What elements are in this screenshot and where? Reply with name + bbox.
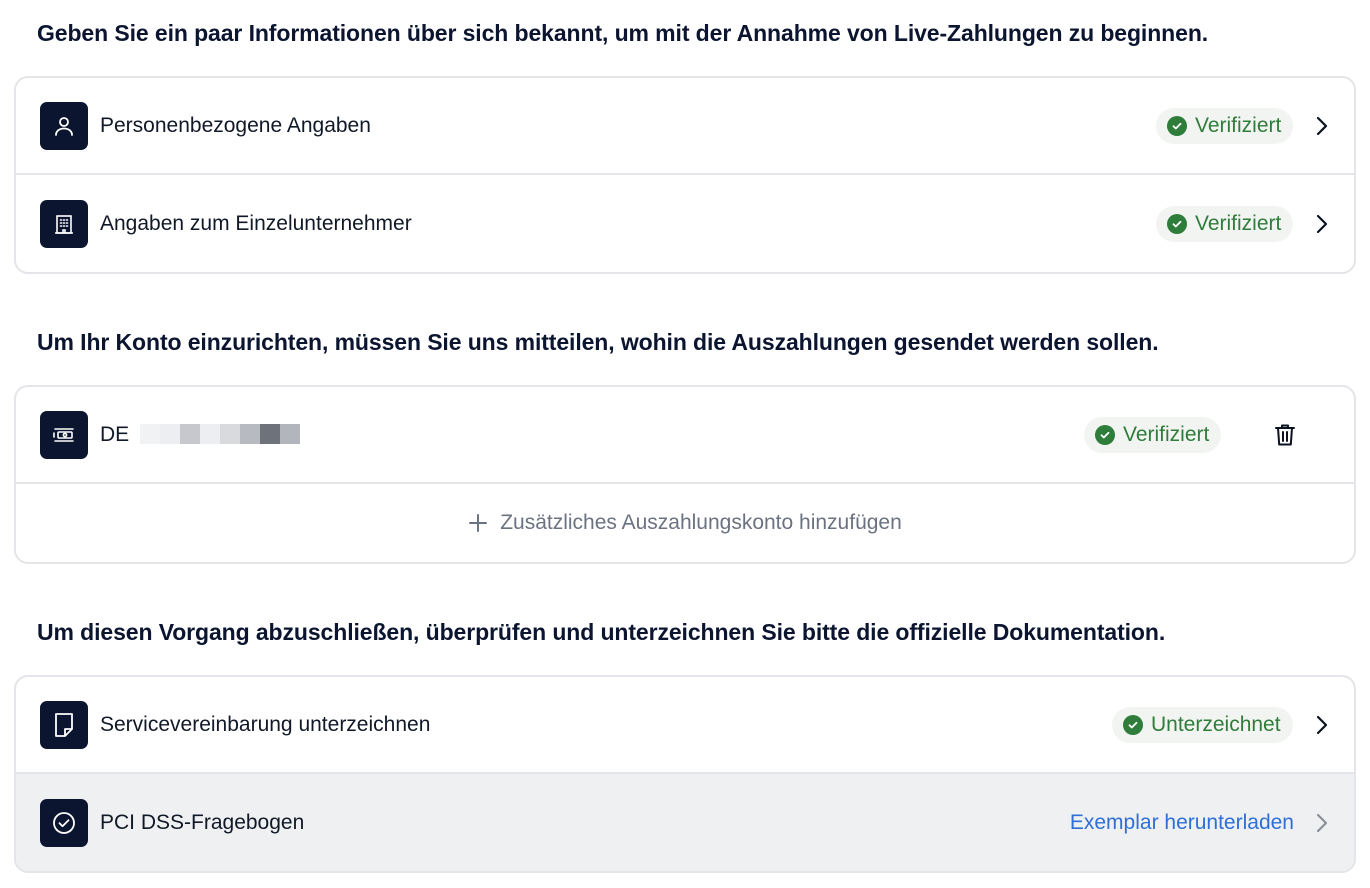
row-label: Angaben zum Einzelunternehmer bbox=[100, 211, 412, 235]
chevron-right-icon bbox=[1314, 811, 1330, 835]
check-icon bbox=[1095, 424, 1115, 445]
add-payout-account-button[interactable]: Zusätzliches Auszahlungskonto hinzufügen bbox=[16, 484, 1354, 562]
add-payout-account-label: Zusätzliches Auszahlungskonto hinzufügen bbox=[500, 511, 902, 534]
section-heading-documents: Um diesen Vorgang abzuschließen, überprü… bbox=[37, 619, 1166, 645]
chevron-right-icon bbox=[1314, 114, 1330, 138]
row-sole-proprietor[interactable]: Angaben zum Einzelunternehmer Verifizier… bbox=[16, 175, 1354, 272]
plus-icon bbox=[468, 513, 488, 533]
trash-icon[interactable] bbox=[1272, 422, 1298, 448]
chevron-right-icon bbox=[1314, 713, 1330, 737]
row-label: PCI DSS-Fragebogen bbox=[100, 810, 305, 834]
status-badge: Verifiziert bbox=[1084, 416, 1222, 453]
check-icon bbox=[1167, 213, 1187, 234]
section-heading-payout: Um Ihr Konto einzurichten, müssen Sie un… bbox=[37, 329, 1159, 355]
section-heading-personal: Geben Sie ein paar Informationen über si… bbox=[37, 20, 1209, 46]
bank-account-icon bbox=[40, 410, 88, 459]
status-badge: Verifiziert bbox=[1156, 107, 1294, 144]
row-service-agreement[interactable]: Servicevereinbarung unterzeichnen Unterz… bbox=[16, 677, 1354, 774]
building-icon bbox=[40, 199, 88, 248]
row-bank-account: DE Verifiziert bbox=[16, 387, 1354, 484]
documents-card: Servicevereinbarung unterzeichnen Unterz… bbox=[14, 675, 1356, 873]
check-circle-icon bbox=[40, 798, 88, 847]
masked-account-number bbox=[140, 424, 300, 444]
row-label: Servicevereinbarung unterzeichnen bbox=[100, 712, 431, 736]
status-text: Unterzeichnet bbox=[1151, 712, 1281, 736]
status-text: Verifiziert bbox=[1195, 113, 1282, 137]
row-personal-details[interactable]: Personenbezogene Angaben Verifiziert bbox=[16, 78, 1354, 175]
document-icon bbox=[40, 700, 88, 749]
personal-info-card: Personenbezogene Angaben Verifiziert Ang… bbox=[14, 76, 1356, 274]
payout-account-card: DE Verifiziert Zusätzliches Auszahlungsk… bbox=[14, 385, 1356, 564]
check-icon bbox=[1167, 115, 1187, 136]
person-icon bbox=[40, 101, 88, 150]
chevron-right-icon bbox=[1314, 212, 1330, 236]
check-icon bbox=[1123, 714, 1143, 735]
account-number-label: DE bbox=[100, 422, 130, 446]
download-sample-link[interactable]: Exemplar herunterladen bbox=[1070, 811, 1294, 835]
status-badge: Verifiziert bbox=[1156, 205, 1294, 242]
row-pci-dss-questionnaire[interactable]: PCI DSS-Fragebogen Exemplar herunterlade… bbox=[16, 774, 1354, 871]
status-text: Verifiziert bbox=[1123, 422, 1210, 446]
status-text: Verifiziert bbox=[1195, 211, 1282, 235]
status-badge: Unterzeichnet bbox=[1112, 706, 1293, 743]
row-label: Personenbezogene Angaben bbox=[100, 113, 371, 137]
